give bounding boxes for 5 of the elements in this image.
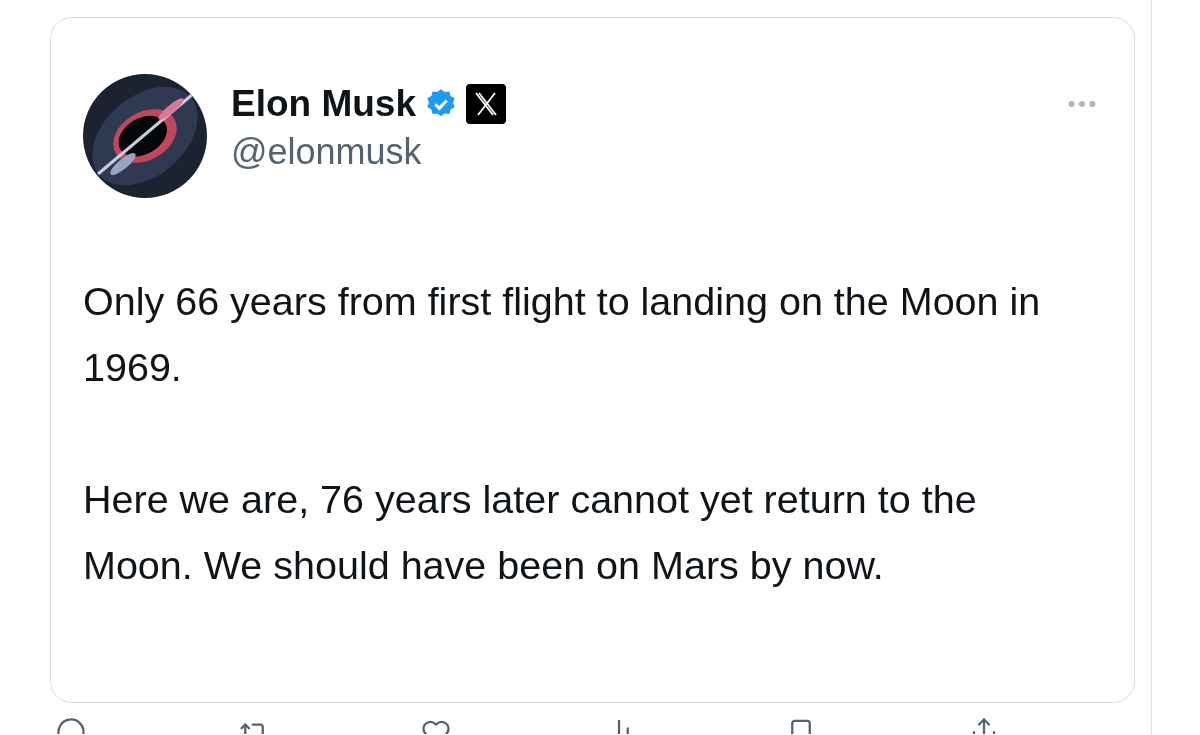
tweet-text: Only 66 years from first flight to landing on the Moon in 1969. <box>83 278 1042 391</box>
x-logo-icon <box>466 84 507 124</box>
tweet-text: Here we are, 76 years later cannot yet return to the Moon. We should have been on Mars by now. <box>83 476 978 589</box>
author-name: Elon Musk <box>231 83 417 125</box>
author-handle: @elonmusk <box>231 131 423 173</box>
